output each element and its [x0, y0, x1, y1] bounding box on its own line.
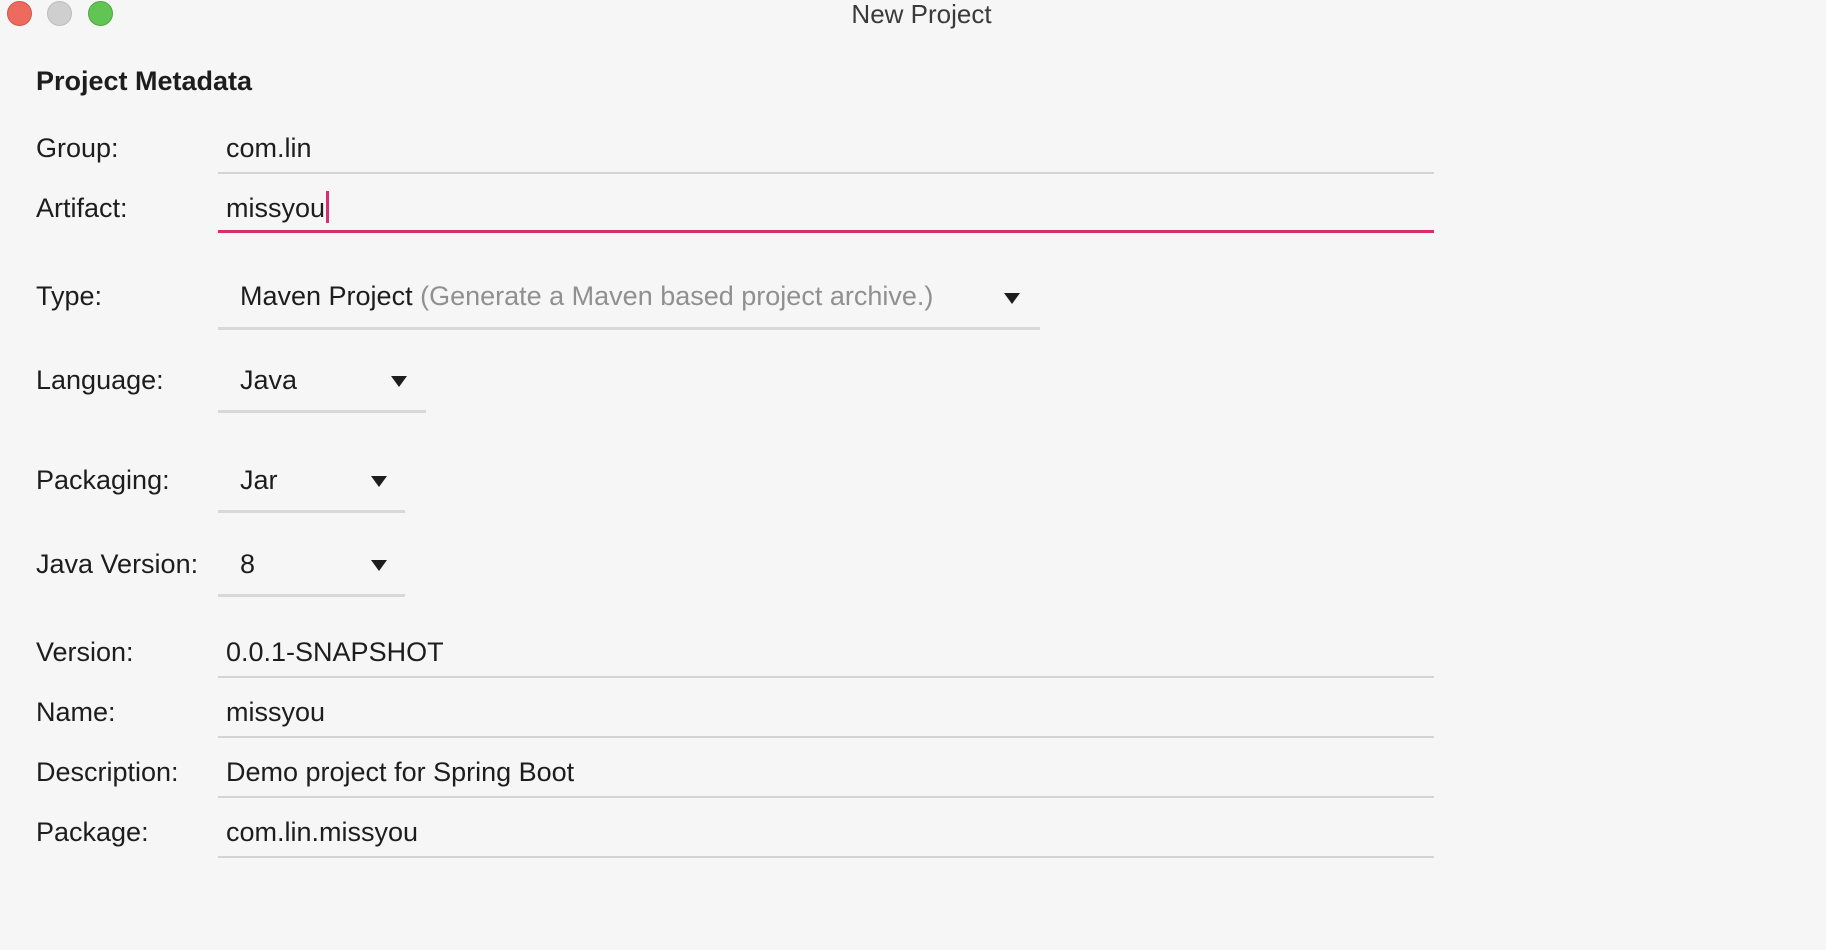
- packaging-label: Packaging:: [36, 465, 170, 495]
- language-label: Language:: [36, 365, 164, 395]
- artifact-label: Artifact:: [36, 193, 128, 223]
- type-select[interactable]: Maven Project (Generate a Maven based pr…: [218, 277, 1040, 330]
- language-select[interactable]: Java: [218, 361, 426, 413]
- window-title: New Project: [851, 0, 992, 29]
- description-value: Demo project for Spring Boot: [226, 757, 575, 787]
- language-value: Java: [240, 365, 298, 395]
- group-label: Group:: [36, 133, 119, 163]
- packaging-select[interactable]: Jar: [218, 461, 405, 513]
- type-label: Type:: [36, 281, 103, 311]
- package-value: com.lin.missyou: [226, 817, 419, 847]
- packaging-value: Jar: [240, 465, 278, 495]
- chevron-down-icon: [1004, 293, 1020, 304]
- description-label: Description:: [36, 757, 179, 787]
- chevron-down-icon: [371, 560, 387, 571]
- java-version-value: 8: [240, 549, 256, 579]
- name-field[interactable]: missyou: [218, 693, 1434, 738]
- version-label: Version:: [36, 637, 134, 667]
- new-project-window: New Project Project Metadata Group: com.…: [0, 0, 1826, 950]
- section-heading: Project Metadata: [36, 66, 253, 96]
- artifact-value: missyou: [226, 193, 326, 223]
- version-field[interactable]: 0.0.1-SNAPSHOT: [218, 633, 1434, 678]
- chevron-down-icon: [371, 476, 387, 487]
- type-value: Maven Project: [240, 281, 413, 311]
- group-field[interactable]: com.lin: [218, 130, 1434, 174]
- package-field[interactable]: com.lin.missyou: [218, 813, 1434, 858]
- name-value: missyou: [226, 697, 326, 727]
- package-label: Package:: [36, 817, 149, 847]
- group-value: com.lin: [226, 133, 312, 163]
- name-label: Name:: [36, 697, 116, 727]
- text-caret: [326, 191, 330, 223]
- artifact-field[interactable]: missyou: [218, 188, 1434, 233]
- chevron-down-icon: [391, 376, 407, 387]
- java-version-select[interactable]: 8: [218, 545, 405, 597]
- description-field[interactable]: Demo project for Spring Boot: [218, 753, 1434, 798]
- java-version-label: Java Version:: [36, 549, 199, 579]
- type-hint: (Generate a Maven based project archive.…: [420, 281, 934, 311]
- version-value: 0.0.1-SNAPSHOT: [226, 637, 444, 667]
